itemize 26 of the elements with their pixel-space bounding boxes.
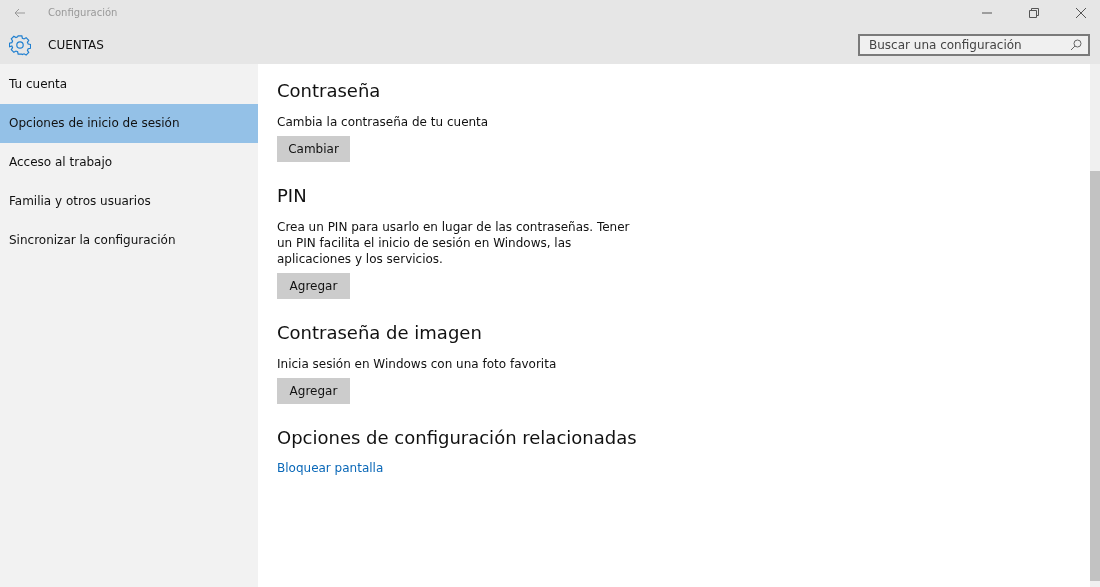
back-icon[interactable] [14, 7, 26, 18]
scrollbar[interactable] [1090, 64, 1100, 587]
section-heading: Opciones de configuración relacionadas [277, 427, 637, 448]
action-button[interactable]: Agregar [277, 273, 350, 299]
sidebar-item[interactable]: Familia y otros usuarios [0, 182, 258, 221]
close-icon[interactable] [1076, 7, 1086, 18]
sidebar-item[interactable]: Acceso al trabajo [0, 143, 258, 182]
section-description: Inicia sesión en Windows con una foto favorita [277, 356, 558, 372]
action-button[interactable]: Agregar [277, 378, 350, 404]
sidebar-item[interactable]: Sincronizar la configuración [0, 221, 258, 260]
section-heading: Contraseña de imagen [277, 322, 482, 343]
action-button[interactable]: Cambiar [277, 136, 350, 162]
window-title: Configuración [48, 7, 118, 18]
scrollbar-thumb[interactable] [1090, 171, 1100, 581]
restore-icon[interactable] [1029, 7, 1039, 18]
sidebar-item[interactable]: Tu cuenta [0, 65, 258, 104]
page-title: CUENTAS [48, 37, 104, 52]
sidebar-item[interactable]: Opciones de inicio de sesión [0, 104, 258, 143]
search-field[interactable]: Buscar una configuración [858, 33, 1090, 56]
section-heading: PIN [277, 185, 307, 206]
section-heading: Contraseña [277, 80, 381, 101]
section-description: Crea un PIN para usarlo en lugar de las contraseñas. Tener un PIN facilita el inicio de sesión en Windows, las aplicaciones y los servicios. [277, 219, 631, 267]
search-icon[interactable] [1070, 38, 1082, 51]
settings-link[interactable]: Bloquear pantalla [277, 461, 384, 475]
section-description: Cambia la contraseña de tu cuenta [277, 114, 490, 130]
gear-icon [9, 33, 31, 56]
